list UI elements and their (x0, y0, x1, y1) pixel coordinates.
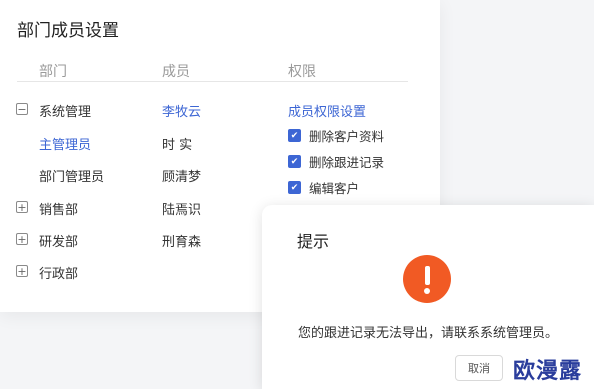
dept-item-admin-affairs[interactable]: 行政部 (39, 263, 78, 282)
member-permission-settings-link[interactable]: 成员权限设置 (288, 101, 366, 120)
dept-item-admin[interactable]: 主管理员 (39, 134, 91, 153)
expand-icon[interactable]: + (16, 265, 28, 277)
dialog-title: 提示 (297, 232, 330, 251)
watermark-logo: 欧漫露 (513, 359, 583, 384)
checkbox-checked-icon[interactable]: ✔ (288, 129, 301, 142)
expand-icon[interactable]: + (16, 201, 28, 213)
header-divider (17, 81, 408, 82)
permission-checkbox-row[interactable]: ✔ 编辑客户 (288, 178, 359, 197)
permission-checkbox-row[interactable]: ✔ 删除跟进记录 (288, 152, 384, 171)
column-header-perm: 权限 (288, 64, 316, 80)
dept-item-sales[interactable]: 销售部 (39, 199, 78, 218)
checkbox-checked-icon[interactable]: ✔ (288, 155, 301, 168)
column-header-member: 成员 (162, 64, 190, 80)
dept-item-rd[interactable]: 研发部 (39, 231, 78, 250)
member-item[interactable]: 时 实 (162, 134, 192, 153)
member-item[interactable]: 顾清梦 (162, 166, 201, 185)
collapse-icon[interactable]: − (16, 103, 28, 115)
dialog-message: 您的跟进记录无法导出，请联系系统管理员。 (298, 326, 559, 341)
member-item[interactable]: 李牧云 (162, 101, 201, 120)
member-item[interactable]: 陆焉识 (162, 199, 201, 218)
panel-title: 部门成员设置 (17, 21, 119, 41)
permission-label: 删除客户资料 (309, 129, 385, 144)
screen: 部门成员设置 部门 成员 权限 − 系统管理 主管理员 部门管理员 + 销售部 … (0, 0, 594, 389)
column-header-dept: 部门 (39, 64, 67, 80)
permission-checkbox-row[interactable]: ✔ 删除客户资料 (288, 126, 384, 145)
expand-icon[interactable]: + (16, 233, 28, 245)
checkbox-checked-icon[interactable]: ✔ (288, 181, 301, 194)
permission-label: 编辑客户 (309, 181, 360, 196)
dept-item-system[interactable]: 系统管理 (39, 101, 91, 120)
dept-item-dept-admin[interactable]: 部门管理员 (39, 166, 104, 185)
cancel-button[interactable]: 取消 (455, 355, 503, 381)
member-item[interactable]: 刑育森 (162, 231, 201, 250)
permission-label: 删除跟进记录 (309, 155, 385, 170)
warning-icon (403, 255, 451, 303)
